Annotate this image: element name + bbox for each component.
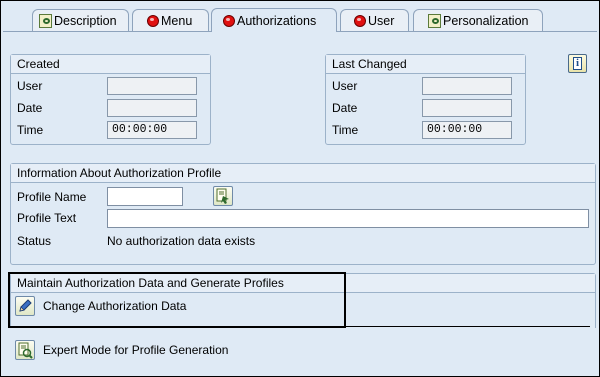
last-changed-user-label: User bbox=[332, 79, 358, 93]
profile-text-input[interactable] bbox=[107, 209, 589, 228]
created-time-field[interactable]: 00:00:00 bbox=[107, 121, 197, 139]
profile-name-label: Profile Name bbox=[17, 190, 87, 204]
profile-info-title: Information About Authorization Profile bbox=[11, 164, 595, 183]
last-changed-date-label: Date bbox=[332, 101, 358, 115]
pencil-icon bbox=[19, 299, 32, 312]
personalization-icon bbox=[428, 13, 441, 28]
active-tab-gap bbox=[212, 31, 336, 32]
expert-mode-icon bbox=[18, 342, 33, 359]
authorizations-screen: Description Menu Authorizations User Per… bbox=[0, 0, 600, 377]
tab-menu[interactable]: Menu bbox=[132, 9, 209, 31]
created-user-label: User bbox=[17, 79, 43, 93]
profile-name-input[interactable] bbox=[107, 187, 183, 206]
last-changed-time-field[interactable]: 00:00:00 bbox=[422, 121, 512, 139]
status-red-icon bbox=[354, 14, 366, 27]
last-changed-title: Last Changed bbox=[326, 55, 525, 74]
last-changed-time-label: Time bbox=[332, 123, 359, 137]
info-button[interactable]: i bbox=[568, 54, 587, 73]
status-label: Status bbox=[17, 234, 52, 248]
created-title: Created bbox=[11, 55, 210, 74]
tab-description-label: Description bbox=[54, 13, 117, 28]
expert-mode-label: Expert Mode for Profile Generation bbox=[43, 343, 229, 357]
created-date-field[interactable] bbox=[107, 99, 197, 117]
tab-user-label: User bbox=[368, 13, 395, 28]
created-user-field[interactable] bbox=[107, 77, 197, 95]
change-button-frame bbox=[15, 296, 35, 316]
status-red-icon bbox=[147, 14, 159, 27]
tab-personalization[interactable]: Personalization bbox=[413, 9, 543, 31]
profile-lookup-button[interactable] bbox=[213, 186, 233, 206]
created-time-label: Time bbox=[17, 123, 44, 137]
tab-authorizations[interactable]: Authorizations bbox=[211, 8, 337, 32]
change-authorization-data-button[interactable]: Change Authorization Data bbox=[15, 296, 186, 316]
profile-info-group: Information About Authorization Profile … bbox=[10, 163, 596, 265]
tab-authorizations-label: Authorizations bbox=[237, 13, 317, 28]
created-date-label: Date bbox=[17, 101, 43, 115]
expert-mode-button[interactable]: Expert Mode for Profile Generation bbox=[15, 340, 228, 360]
last-changed-user-field[interactable] bbox=[422, 77, 512, 95]
info-icon: i bbox=[573, 57, 582, 70]
change-authorization-data-label: Change Authorization Data bbox=[43, 299, 187, 313]
last-changed-group: Last Changed User Date Time 00:00:00 bbox=[325, 54, 526, 145]
tab-user[interactable]: User bbox=[340, 9, 409, 31]
tab-menu-label: Menu bbox=[161, 13, 193, 28]
last-changed-date-field[interactable] bbox=[422, 99, 512, 117]
profile-text-label: Profile Text bbox=[17, 211, 77, 225]
tab-description[interactable]: Description bbox=[32, 9, 129, 31]
document-search-icon bbox=[216, 188, 229, 204]
created-group: Created User Date Time 00:00:00 bbox=[10, 54, 211, 145]
description-icon bbox=[39, 13, 52, 28]
status-red-icon bbox=[223, 14, 235, 27]
status-value: No authorization data exists bbox=[107, 234, 256, 248]
expert-button-frame bbox=[15, 340, 35, 360]
tab-personalization-label: Personalization bbox=[443, 13, 529, 28]
